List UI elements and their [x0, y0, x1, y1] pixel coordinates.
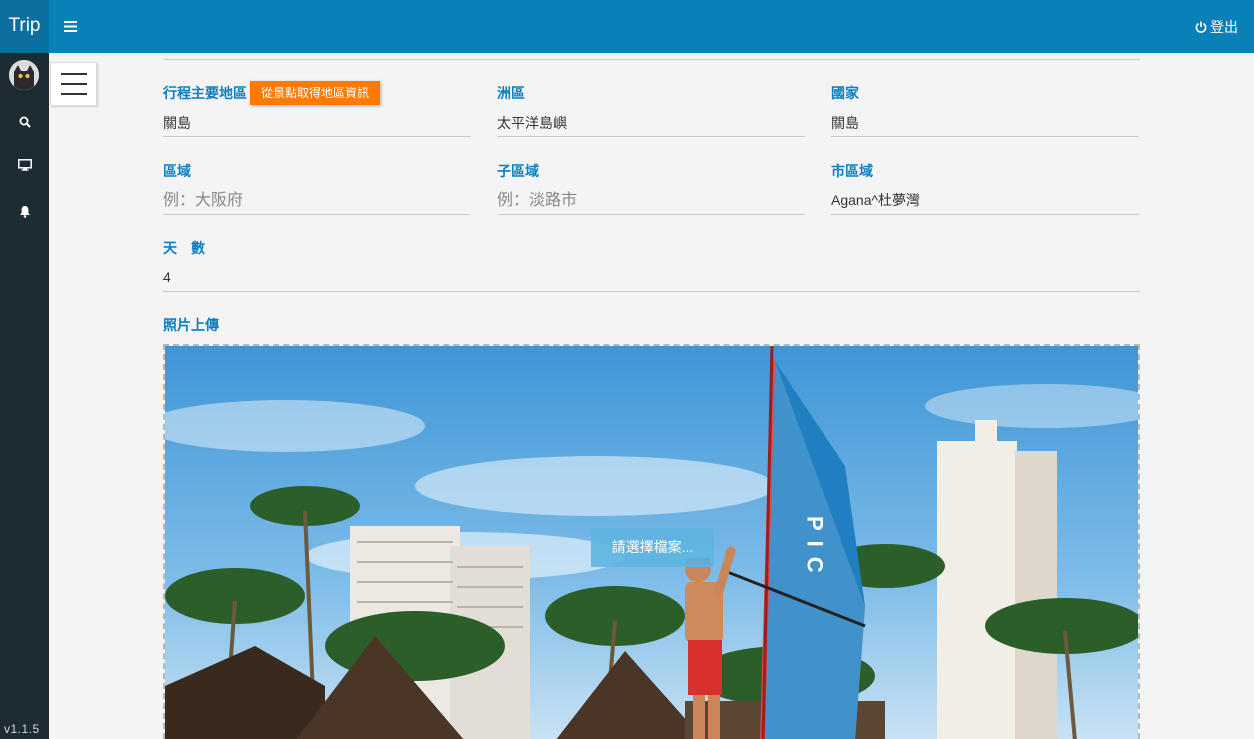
- days-label: 天 數: [163, 240, 205, 256]
- menu-toggle-button[interactable]: [49, 0, 91, 53]
- field-sub-area: 子區域: [497, 161, 805, 221]
- choose-file-button[interactable]: 請選擇檔案...: [591, 528, 714, 567]
- continent-label: 洲區: [497, 85, 525, 101]
- city-area-label: 市區域: [831, 163, 873, 179]
- days-input[interactable]: [163, 262, 1140, 292]
- field-country: 國家: [831, 83, 1139, 143]
- continent-input[interactable]: [497, 109, 805, 137]
- power-icon: [1195, 21, 1207, 33]
- sub-area-label: 子區域: [497, 163, 539, 179]
- logout-button[interactable]: 登出: [1195, 0, 1238, 53]
- search-icon[interactable]: [0, 110, 49, 134]
- photo-dropzone[interactable]: PIC 請選擇檔案...: [163, 344, 1140, 739]
- hamburger-icon: [63, 21, 77, 32]
- sub-menu-button[interactable]: [50, 62, 97, 106]
- divider: [163, 59, 1140, 60]
- sub-area-input[interactable]: [497, 185, 805, 215]
- desktop-icon[interactable]: [0, 153, 49, 177]
- version-label: v1.1.5: [4, 722, 40, 736]
- country-input[interactable]: [831, 109, 1139, 137]
- brand-logo[interactable]: Trip: [0, 0, 49, 53]
- sail-text: PIC: [803, 516, 828, 583]
- avatar[interactable]: [9, 60, 39, 90]
- photo-upload-label: 照片上傳: [163, 317, 219, 333]
- field-city-area: 市區域: [831, 161, 1139, 221]
- hamburger-line: [60, 93, 87, 95]
- get-region-from-spot-button[interactable]: 從景點取得地區資訊: [250, 81, 381, 105]
- hamburger-line: [60, 73, 87, 75]
- country-label: 國家: [831, 85, 859, 101]
- top-bar: Trip 登出: [0, 0, 1254, 53]
- sidebar: v1.1.5: [0, 53, 49, 739]
- area-input[interactable]: [163, 185, 471, 215]
- field-continent: 洲區: [497, 83, 805, 143]
- logout-label: 登出: [1210, 18, 1238, 35]
- bell-icon[interactable]: [0, 199, 49, 223]
- city-area-input[interactable]: [831, 185, 1139, 215]
- hamburger-line: [60, 83, 87, 85]
- region-main-input[interactable]: [163, 109, 471, 137]
- field-days: 天 數: [163, 238, 1140, 298]
- area-label: 區域: [163, 163, 191, 179]
- region-main-label: 行程主要地區: [163, 85, 247, 101]
- field-area: 區域: [163, 161, 471, 221]
